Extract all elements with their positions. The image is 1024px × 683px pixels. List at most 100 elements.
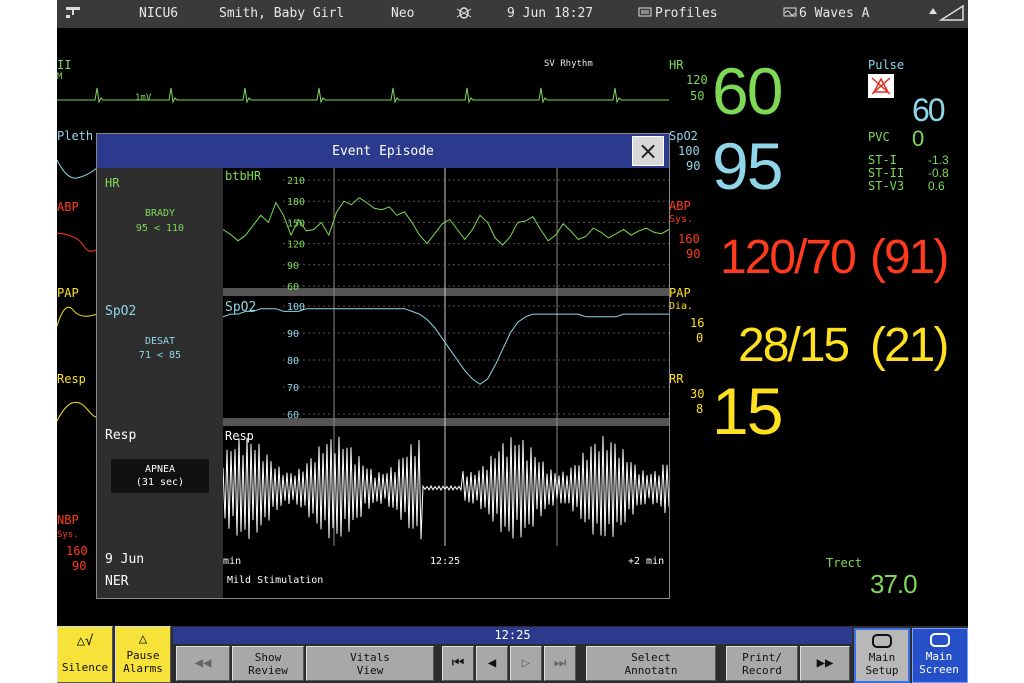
main-screen-button[interactable]: Main Screen <box>912 628 968 683</box>
hr-label[interactable]: HR <box>669 58 683 72</box>
skip-end-button[interactable]: ⏭ <box>544 646 576 681</box>
bed-label[interactable]: NICU6 <box>139 6 178 21</box>
main-setup-label: Main Setup <box>865 651 899 677</box>
pap-waveform <box>57 306 97 327</box>
dialog-sidebar: HR BRADY 95 < 110 SpO2 DESAT 71 < 85 Res… <box>97 168 223 598</box>
desat-detail: 71 < 85 <box>138 350 182 361</box>
silence-button[interactable]: △√ Silence <box>57 626 113 683</box>
spo2-tick-label: 80 <box>287 356 299 367</box>
nbp-low-limit: 90 <box>72 559 87 573</box>
annotation-label: Mild Stimulation <box>227 575 323 586</box>
nbp-high-limit: 160 <box>66 544 88 558</box>
resp-section-label: Resp <box>105 428 137 443</box>
trect-value[interactable]: 37.0 <box>870 570 918 598</box>
network-icon <box>63 4 83 24</box>
pause-alarms-button[interactable]: △ Pause Alarms <box>115 626 171 683</box>
spo2-high-limit: 100 <box>678 144 700 158</box>
spo2-tick-label: 60 <box>287 410 299 421</box>
dialog-title-bar: Event Episode × <box>97 134 669 168</box>
main-setup-button[interactable]: Main Setup <box>854 628 910 683</box>
show-review-button[interactable]: Show Review <box>232 646 304 681</box>
ecg-lead-label[interactable]: II <box>57 58 71 72</box>
fast-rewind-button[interactable]: ◀◀ <box>176 646 230 681</box>
pleth-label[interactable]: Pleth <box>57 129 93 143</box>
pap-value[interactable]: 28/15 <box>738 320 850 372</box>
brady-alarm-label: BRADY <box>144 208 176 219</box>
step-forward-icon: ▷ <box>521 655 531 671</box>
dialog-title: Event Episode <box>332 144 434 159</box>
hr-high-limit: 120 <box>686 73 708 87</box>
close-button[interactable]: × <box>632 136 664 166</box>
profiles-icon[interactable] <box>638 6 652 22</box>
pap-wave-label[interactable]: PAP <box>57 286 79 300</box>
fast-forward-icon: ▶▶ <box>816 655 834 671</box>
rr-low-limit: 8 <box>696 402 704 416</box>
abp-wave-label[interactable]: ABP <box>57 200 79 214</box>
fast-rewind-icon: ◀◀ <box>194 655 212 671</box>
main-setup-icon <box>872 634 892 648</box>
abp-mean: (91) <box>870 231 949 284</box>
desat-alarm-label: DESAT <box>144 336 176 347</box>
select-annotation-label: Select Annotatn <box>624 651 678 677</box>
rr-label[interactable]: RR <box>669 372 683 386</box>
hr-value[interactable]: 60 <box>712 56 783 126</box>
trect-label[interactable]: Trect <box>826 556 862 570</box>
profiles-label[interactable]: Profiles <box>655 6 718 21</box>
hr-tick-label: 120 <box>287 240 305 251</box>
rr-high-limit: 30 <box>690 387 705 401</box>
event-episode-dialog: Event Episode × HR BRADY 95 < 110 SpO2 D… <box>96 133 670 599</box>
resp-waveform <box>57 401 97 422</box>
nbp-sub-label: Sys. <box>57 530 79 540</box>
st-v3-label: ST-V3 <box>868 179 905 193</box>
time-start-label: -2 min <box>223 556 241 567</box>
fast-forward-button[interactable]: ▶▶ <box>800 646 850 681</box>
skip-start-icon: ⏮ <box>451 655 465 671</box>
print-record-button[interactable]: Print/ Record <box>726 646 798 681</box>
silence-label: Silence <box>61 661 109 674</box>
vitals-view-label: Vitals View <box>350 651 390 677</box>
waves-label[interactable]: 6 Waves A <box>799 6 869 21</box>
review-time-bar: 12:25 <box>173 627 852 644</box>
main-screen-label: Main Screen <box>919 650 959 676</box>
apnea-alarm-label: APNEA <box>144 464 176 475</box>
pulse-alarm-off-icon <box>868 74 894 98</box>
pap-label[interactable]: PAP <box>669 286 691 300</box>
pap-sub-label: Dia. <box>669 301 694 312</box>
hr-tick-label: 90 <box>287 261 299 272</box>
pvc-label[interactable]: PVC <box>868 130 890 144</box>
resp-wave-label[interactable]: Resp <box>57 372 86 386</box>
hr-section-label: HR <box>105 176 120 190</box>
apnea-duration: (31 sec) <box>135 477 185 488</box>
main-screen-icon <box>930 633 950 647</box>
skip-start-button[interactable]: ⏮ <box>442 646 474 681</box>
pap-mean: (21) <box>870 319 949 372</box>
pulse-label[interactable]: Pulse <box>868 58 904 72</box>
ecg-waveform <box>57 87 669 104</box>
spo2-label[interactable]: SpO2 <box>669 129 698 143</box>
bug-icon[interactable] <box>455 3 473 25</box>
abp-label[interactable]: ABP <box>669 199 691 213</box>
rr-value[interactable]: 15 <box>712 376 783 446</box>
abp-value[interactable]: 120/70 <box>720 232 857 284</box>
patient-name[interactable]: Smith, Baby Girl <box>219 6 344 21</box>
episode-source: NER <box>105 574 129 589</box>
pleth-waveform <box>57 159 97 179</box>
time-end-label: +2 min <box>628 556 664 567</box>
waves-icon[interactable] <box>783 6 797 22</box>
step-forward-button[interactable]: ▷ <box>510 646 542 681</box>
spo2-value[interactable]: 95 <box>712 131 783 201</box>
alarm-triangle-icon: △ <box>138 631 148 647</box>
nbp-label[interactable]: NBP <box>57 513 79 527</box>
patient-category[interactable]: Neo <box>391 6 414 21</box>
pulse-value[interactable]: 60 <box>912 92 946 128</box>
vitals-view-button[interactable]: Vitals View <box>306 646 434 681</box>
brady-detail: 95 < 110 <box>135 223 185 234</box>
battery-signal-icon <box>927 4 965 26</box>
select-annotation-button[interactable]: Select Annotatn <box>586 646 716 681</box>
status-bar: NICU6 Smith, Baby Girl Neo 9 Jun 18:27 P… <box>57 0 968 28</box>
apnea-alarm-box: APNEA (31 sec) <box>111 459 209 493</box>
abp-high-limit: 160 <box>678 232 700 246</box>
step-back-button[interactable]: ◀ <box>476 646 508 681</box>
pvc-value[interactable]: 0 <box>912 126 924 152</box>
hr-tick-label: 60 <box>287 282 299 293</box>
